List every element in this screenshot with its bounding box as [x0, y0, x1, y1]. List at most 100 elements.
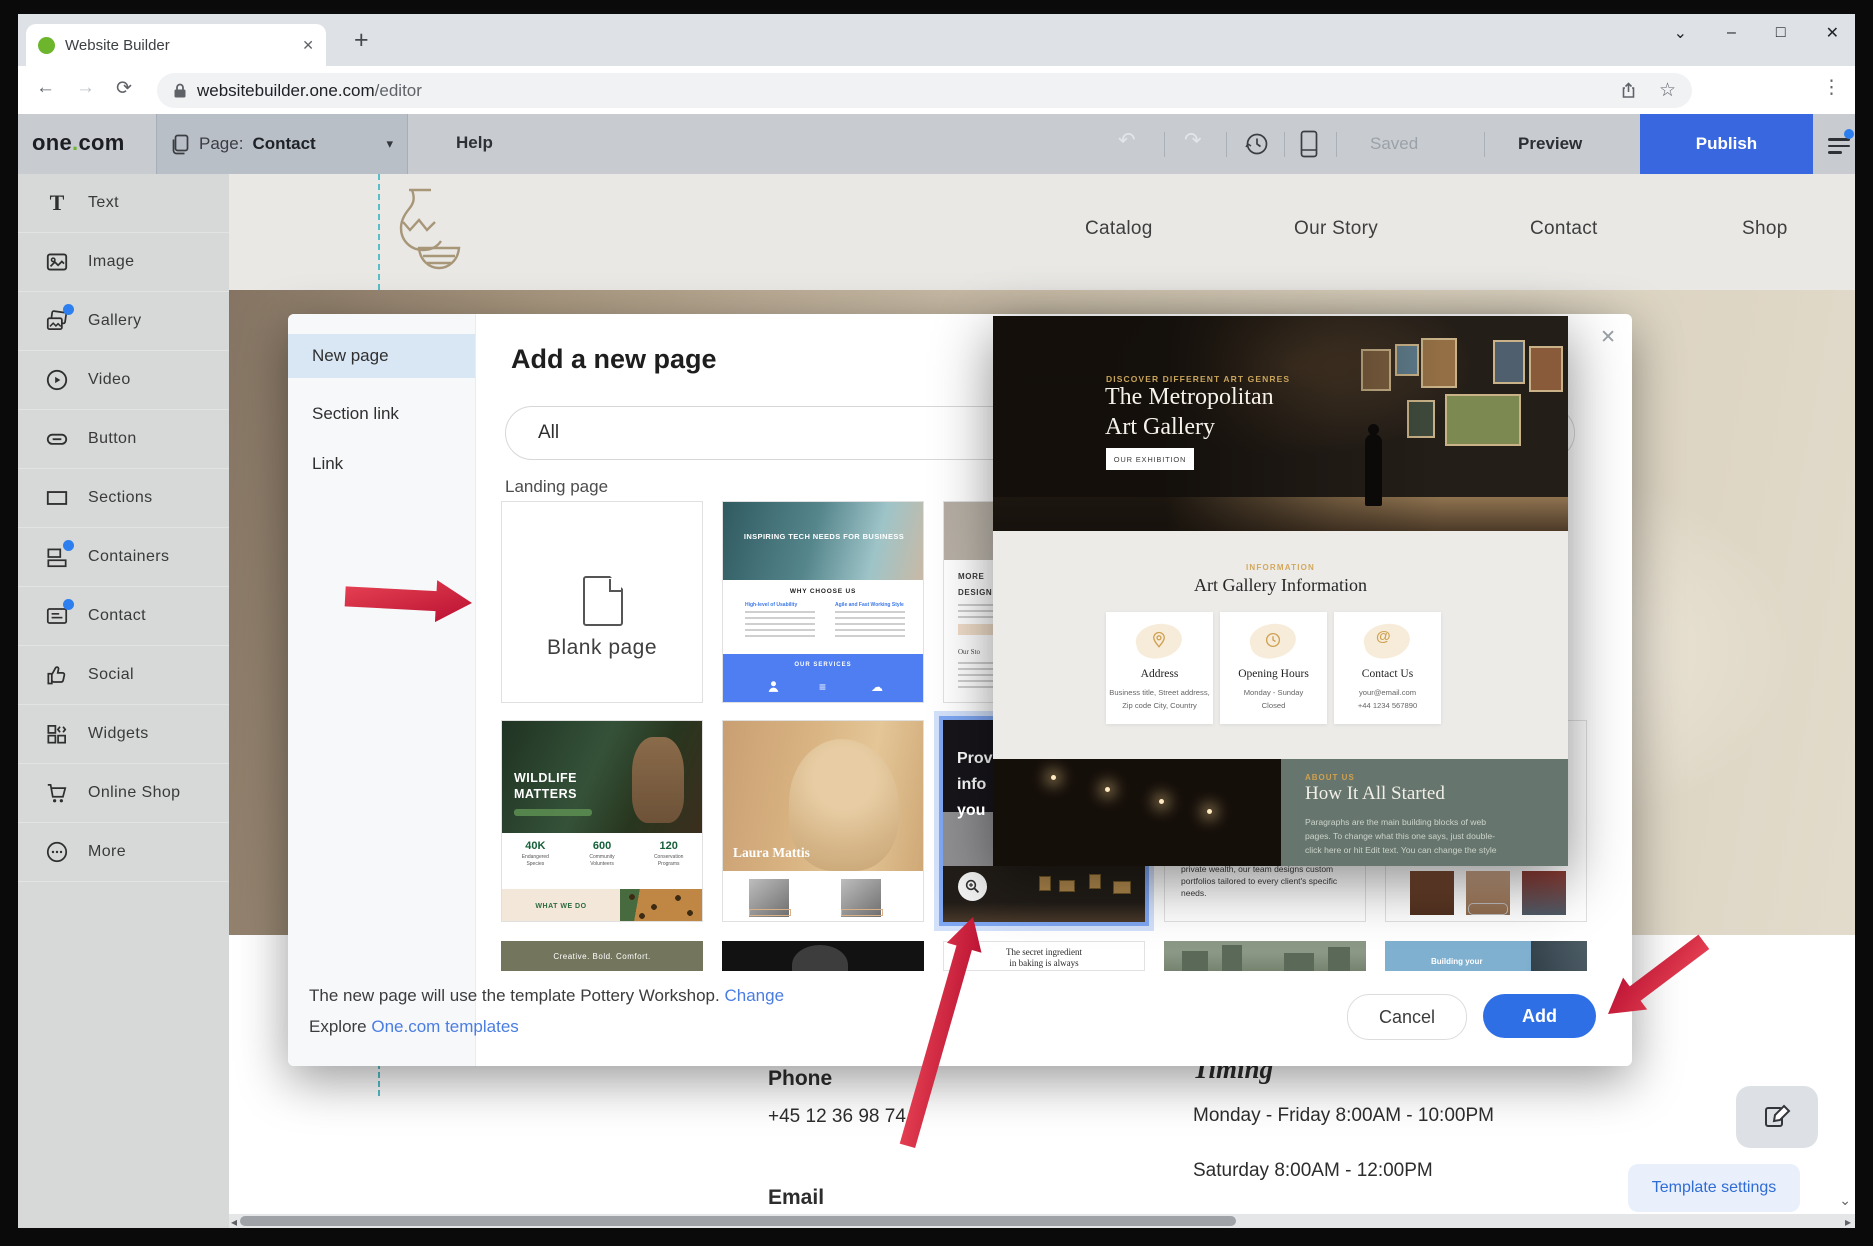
template-tagline	[514, 809, 592, 816]
modal-tab-panel: New page Section link Link	[288, 314, 476, 1066]
thumbs-up-icon	[44, 662, 70, 688]
reload-icon[interactable]: ⟳	[116, 77, 132, 100]
one-com-logo: one.com	[32, 130, 125, 156]
clock-icon	[1264, 631, 1282, 649]
horizontal-scrollbar-thumb[interactable]	[240, 1216, 1236, 1226]
browser-tab[interactable]: Website Builder ✕	[26, 24, 326, 66]
browser-menu-icon[interactable]: ⋮	[1822, 76, 1841, 99]
template-link: High-level of Usability	[745, 602, 815, 608]
info-eyebrow: INFORMATION	[993, 563, 1568, 572]
cart-icon	[44, 780, 70, 806]
gallery-ceiling-photo	[993, 759, 1281, 866]
sidebar-item-social[interactable]: Social	[18, 646, 229, 705]
sidebar-item-contact[interactable]: Contact	[18, 587, 229, 646]
stat-value: 40K	[502, 840, 569, 852]
sidebar-item-button[interactable]: Button	[18, 410, 229, 469]
photo-thumb	[1522, 871, 1566, 915]
window-close-icon[interactable]: ✕	[1826, 23, 1839, 43]
forward-icon[interactable]: →	[76, 77, 95, 99]
sidebar-item-gallery[interactable]: Gallery	[18, 292, 229, 351]
address-bar[interactable]: websitebuilder.one.com/editor ☆	[157, 73, 1692, 108]
template-construction[interactable]: Building your	[1385, 941, 1587, 971]
horizontal-scrollbar[interactable]: ◂ ▸	[229, 1214, 1855, 1228]
tab-close-icon[interactable]: ✕	[302, 37, 314, 54]
card-title: Address	[1106, 668, 1213, 680]
nav-catalog[interactable]: Catalog	[1085, 218, 1153, 240]
back-icon[interactable]: ←	[36, 77, 55, 99]
template-blank-page[interactable]: Blank page	[501, 501, 703, 703]
design-tool-button[interactable]	[1736, 1086, 1818, 1148]
preview-button[interactable]: Preview	[1518, 134, 1582, 154]
tab-new-page[interactable]: New page	[288, 334, 475, 378]
history-icon[interactable]	[1244, 131, 1270, 157]
template-headline: you	[957, 802, 985, 820]
modal-close-icon[interactable]: ✕	[1600, 326, 1616, 349]
zoom-preview-button[interactable]	[958, 872, 987, 901]
template-dark-portrait[interactable]	[722, 941, 924, 971]
scroll-down-icon[interactable]: ⌄	[1839, 1192, 1851, 1209]
page-selector-label: Page:	[199, 134, 243, 154]
undo-icon[interactable]: ↶	[1118, 128, 1136, 153]
card-line: Business title, Street address,	[1106, 688, 1213, 697]
scroll-left-icon[interactable]: ◂	[231, 1215, 237, 1228]
explore-templates-link[interactable]: One.com templates	[371, 1017, 518, 1036]
notification-dot	[63, 540, 74, 551]
pottery-logo	[385, 182, 463, 282]
sidebar-item-more[interactable]: More	[18, 823, 229, 882]
editor-menu-icon[interactable]	[1828, 134, 1850, 158]
omnibox-actions: ☆	[1620, 79, 1676, 102]
mobile-view-icon[interactable]	[1300, 130, 1318, 158]
cancel-button[interactable]: Cancel	[1347, 994, 1467, 1040]
sidebar-item-video[interactable]: Video	[18, 351, 229, 410]
change-template-link[interactable]: Change	[724, 986, 784, 1005]
document-icon	[583, 576, 623, 626]
template-wildlife[interactable]: WILDLIFE MATTERS 40KEndangeredSpecies 60…	[501, 720, 703, 922]
sidebar-item-widgets[interactable]: Widgets	[18, 705, 229, 764]
template-comfort[interactable]: Creative. Bold. Comfort.	[501, 941, 703, 971]
template-text: private wealth, our team designs custom …	[1181, 863, 1351, 899]
sidebar-item-online-shop[interactable]: Online Shop	[18, 764, 229, 823]
video-icon	[44, 367, 70, 393]
sidebar-item-image[interactable]: Image	[18, 233, 229, 292]
redo-icon[interactable]: ↷	[1184, 128, 1202, 153]
template-tech[interactable]: INSPIRING TECH NEEDS FOR BUSINESS WHY CH…	[722, 501, 924, 703]
window-minimize-icon[interactable]: –	[1727, 24, 1736, 42]
template-coach[interactable]: Laura Mattis	[722, 720, 924, 922]
share-icon[interactable]	[1620, 82, 1637, 99]
stat-label: ConservationPrograms	[635, 854, 702, 868]
sidebar-item-text[interactable]: T Text	[18, 174, 229, 233]
sidebar-item-sections[interactable]: Sections	[18, 469, 229, 528]
window-maximize-icon[interactable]: □	[1776, 24, 1786, 42]
card-title: Contact Us	[1334, 668, 1441, 680]
info-card-contact: @ Contact Us your@email.com +44 1234 567…	[1334, 612, 1441, 724]
preview-about-section: ABOUT US How It All Started Paragraphs a…	[993, 759, 1568, 866]
tab-link[interactable]: Link	[288, 444, 475, 484]
card-line: your@email.com	[1334, 688, 1441, 697]
publish-button[interactable]: Publish	[1640, 114, 1813, 174]
list-icon: ≡	[819, 680, 826, 694]
template-thumb-photo	[723, 502, 923, 580]
exhibition-button: OUR EXHIBITION	[1106, 448, 1194, 470]
more-icon	[44, 839, 70, 865]
page-selector[interactable]: Page: Contact ▾	[156, 114, 408, 174]
screenshot-root: Website Builder ✕ + ⌄ – □ ✕ ← → ⟳ websit…	[0, 0, 1873, 1246]
help-button[interactable]: Help	[456, 133, 493, 153]
sidebar-item-containers[interactable]: Containers	[18, 528, 229, 587]
scroll-right-icon[interactable]: ▸	[1845, 1215, 1851, 1228]
template-city[interactable]	[1164, 941, 1366, 971]
url-host: websitebuilder.one.com	[197, 81, 375, 100]
favicon-icon	[38, 37, 55, 54]
widgets-icon	[44, 721, 70, 747]
preview-title-line1: The Metropolitan	[1105, 384, 1274, 411]
new-tab-button[interactable]: +	[354, 26, 369, 55]
bookmark-star-icon[interactable]: ☆	[1659, 79, 1676, 102]
nav-our-story[interactable]: Our Story	[1294, 218, 1378, 240]
tab-section-link[interactable]: Section link	[288, 394, 475, 434]
template-bakery[interactable]: The secret ingredientin baking is always	[943, 941, 1145, 971]
nav-contact[interactable]: Contact	[1530, 218, 1598, 240]
element-sidebar: T Text Image Gallery Video Button Sectio…	[18, 174, 229, 1228]
nav-shop[interactable]: Shop	[1742, 218, 1788, 240]
template-settings-button[interactable]: Template settings	[1628, 1164, 1800, 1212]
window-chevron-icon[interactable]: ⌄	[1674, 23, 1687, 43]
add-button[interactable]: Add	[1483, 994, 1596, 1038]
